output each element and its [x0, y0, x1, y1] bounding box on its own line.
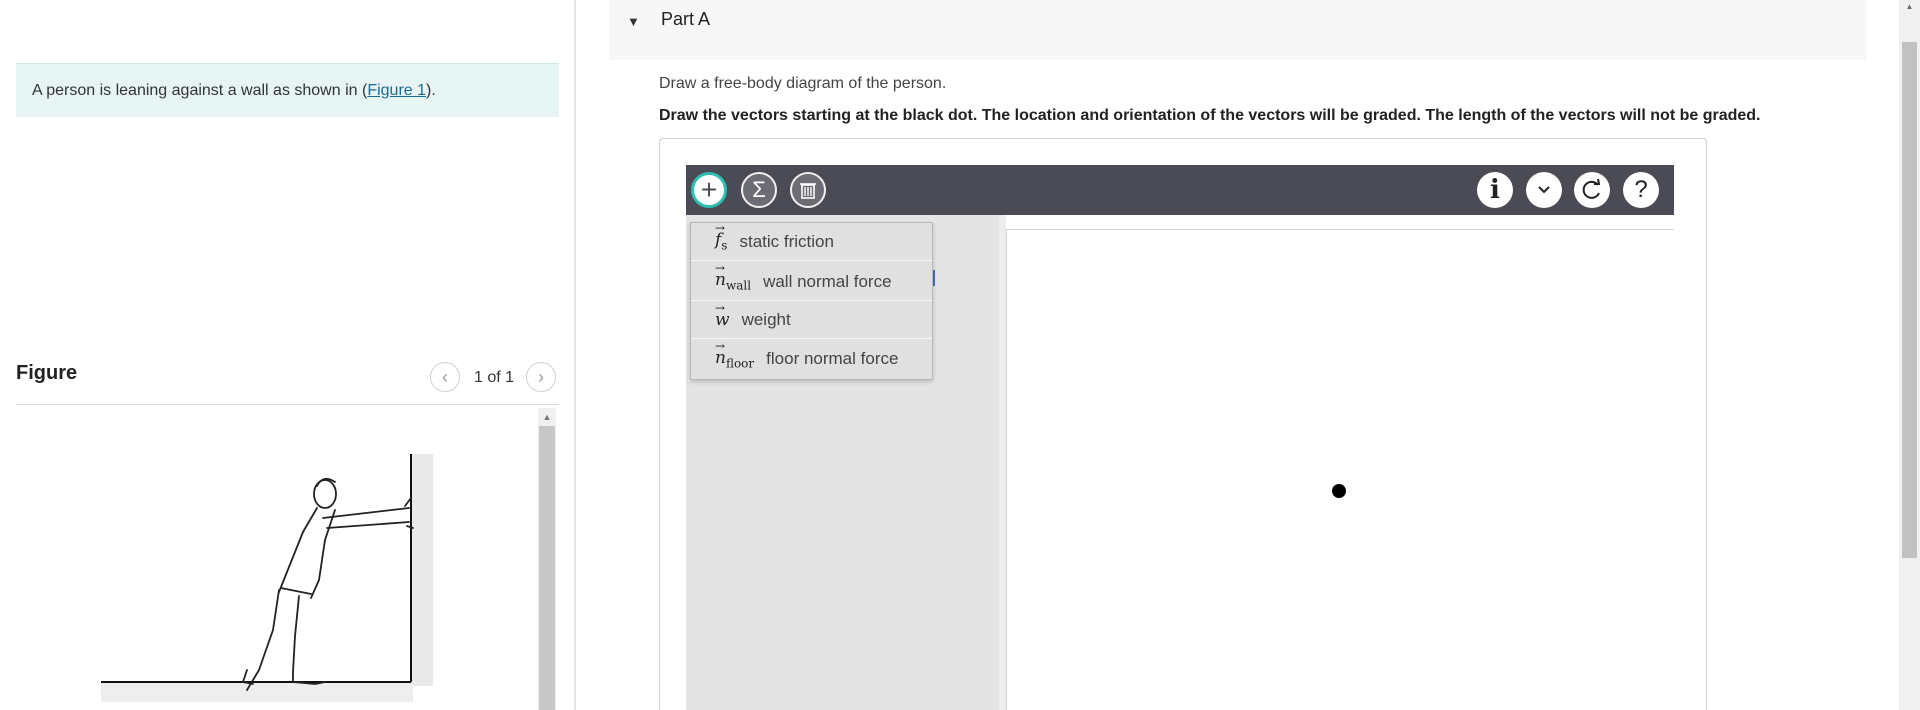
friction-vector-symbol: → fs — [715, 221, 728, 253]
floor-normal-vector-symbol: → nfloor — [715, 338, 755, 371]
figure-divider — [16, 404, 559, 405]
reset-icon — [1582, 178, 1601, 199]
part-title: Part A — [661, 9, 711, 29]
menu-item-static-friction[interactable]: → fs static friction — [691, 221, 932, 261]
scroll-up-arrow-icon[interactable]: ▲ — [1899, 0, 1920, 14]
chevron-left-icon: ‹ — [442, 366, 448, 387]
help-button[interactable]: ? — [1623, 172, 1659, 208]
menu-item-label: static friction — [739, 231, 834, 251]
figure-image-person-leaning-on-wall — [101, 454, 433, 702]
chevron-right-icon: › — [538, 366, 544, 387]
problem-panel: A person is leaning against a wall as sh… — [0, 0, 575, 710]
weight-vector-symbol: → w — [715, 300, 730, 330]
menu-item-label: weight — [741, 309, 791, 329]
reset-button[interactable] — [1574, 172, 1610, 208]
figure-scrollbar[interactable]: ▲ — [538, 408, 556, 710]
figure-next-button[interactable]: › — [526, 362, 556, 392]
menu-item-label: floor normal force — [766, 349, 899, 368]
add-vector-button[interactable]: + — [691, 172, 727, 208]
problem-statement: A person is leaning against a wall as sh… — [16, 63, 559, 117]
page-scrollbar[interactable]: ▲ — [1899, 0, 1920, 710]
menu-item-wall-normal-force[interactable]: → nwall wall normal force — [691, 261, 932, 301]
menu-item-weight[interactable]: → w weight — [691, 301, 932, 339]
figure-scrollbar-thumb[interactable] — [539, 426, 555, 710]
scroll-up-arrow-icon[interactable]: ▲ — [538, 408, 556, 426]
instruction-text: Draw a free-body diagram of the person. — [659, 75, 947, 92]
figure-title: Figure — [16, 362, 78, 384]
page-scrollbar-thumb[interactable] — [1902, 42, 1917, 558]
add-vector-icon: + — [700, 174, 718, 205]
wall-normal-vector-symbol: → nwall — [715, 261, 752, 293]
origin-black-dot — [1332, 484, 1346, 498]
drawing-canvas[interactable] — [1006, 229, 1674, 710]
figure-counter: 1 of 1 — [474, 369, 515, 386]
vector-type-menu: → fs static friction → nwall wall normal f… — [690, 221, 933, 380]
figure-prev-button[interactable]: ‹ — [430, 362, 460, 392]
chevron-down-icon — [1538, 186, 1550, 194]
sum-icon: Σ — [752, 177, 766, 202]
help-icon: ? — [1634, 176, 1648, 203]
info-icon: i — [1490, 175, 1500, 205]
trash-icon — [800, 183, 816, 199]
problem-text: A person is leaning against a wall as sh… — [32, 81, 368, 99]
part-header[interactable] — [609, 0, 1866, 60]
collapse-caret-icon[interactable]: ▼ — [627, 14, 640, 29]
info-button[interactable]: i — [1477, 172, 1513, 208]
menu-item-floor-normal-force[interactable]: → nfloor floor normal force — [691, 338, 932, 378]
menu-cursor-marker — [933, 270, 935, 286]
options-dropdown-button[interactable] — [1526, 172, 1562, 208]
delete-button[interactable] — [790, 172, 826, 208]
sum-button[interactable]: Σ — [741, 172, 777, 208]
canvas-shadow — [999, 215, 1006, 710]
problem-text-end: ). — [426, 81, 436, 99]
panel-divider — [574, 0, 576, 710]
menu-item-label: wall normal force — [763, 271, 892, 291]
instruction-bold-text: Draw the vectors starting at the black d… — [659, 107, 1761, 124]
figure-link[interactable]: Figure 1 — [367, 82, 426, 100]
